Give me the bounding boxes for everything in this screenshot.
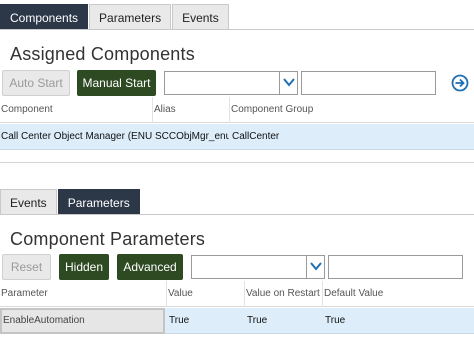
section-divider	[0, 162, 474, 163]
hidden-button[interactable]: Hidden	[59, 254, 109, 280]
chevron-down-icon[interactable]	[306, 256, 324, 278]
column-header-component[interactable]: Component	[0, 97, 152, 123]
auto-start-button[interactable]: Auto Start	[2, 70, 70, 96]
column-header-value[interactable]: Value	[166, 281, 244, 307]
column-header-component-group[interactable]: Component Group	[229, 97, 474, 123]
bottom-tab-bar: Events Parameters	[0, 189, 141, 215]
manual-start-button[interactable]: Manual Start	[77, 70, 156, 96]
top-tab-bar: Components Parameters Events	[0, 4, 230, 30]
assigned-toolbar: Auto Start Manual Start	[0, 70, 474, 96]
column-header-value-on-restart[interactable]: Value on Restart	[244, 281, 322, 307]
assigned-query-select[interactable]	[164, 71, 298, 95]
assigned-query-input[interactable]	[301, 71, 436, 95]
tab-underline	[0, 29, 474, 30]
column-header-alias[interactable]: Alias	[152, 97, 229, 123]
tab-events-bottom[interactable]: Events	[0, 189, 57, 215]
assigned-components-title: Assigned Components	[10, 44, 195, 64]
tab-events[interactable]: Events	[172, 4, 229, 30]
params-toolbar: Reset Hidden Advanced	[0, 254, 474, 280]
params-grid-header: Parameter Value Value on Restart Default…	[0, 281, 474, 307]
cell-alias: SCCObjMgr_enu	[155, 131, 229, 142]
column-header-default-value[interactable]: Default Value	[322, 281, 474, 307]
column-header-parameter[interactable]: Parameter	[0, 281, 166, 307]
table-row[interactable]: Call Center Object Manager (ENU) SCCObjM…	[0, 124, 474, 150]
cell-parameter[interactable]: EnableAutomation	[0, 308, 165, 334]
cell-component-group: CallCenter	[232, 131, 280, 142]
cell-value: True	[169, 315, 190, 326]
advanced-button[interactable]: Advanced	[117, 254, 183, 280]
params-query-input[interactable]	[328, 255, 463, 279]
cell-value-on-restart: True	[247, 315, 268, 326]
assigned-grid-header: Component Alias Component Group	[0, 97, 474, 123]
cell-default-value: True	[325, 315, 346, 326]
tab-underline-bottom	[0, 214, 474, 215]
tab-parameters[interactable]: Parameters	[89, 4, 172, 30]
tab-components[interactable]: Components	[0, 4, 89, 30]
table-row[interactable]: EnableAutomation True True True	[0, 308, 474, 334]
arrow-right-circle-icon[interactable]	[451, 74, 469, 92]
reset-button[interactable]: Reset	[2, 254, 51, 280]
cell-component: Call Center Object Manager (ENU)	[1, 131, 152, 142]
component-parameters-title: Component Parameters	[10, 229, 206, 249]
chevron-down-icon[interactable]	[279, 72, 297, 94]
params-query-select[interactable]	[191, 255, 325, 279]
tab-parameters-bottom[interactable]: Parameters	[57, 189, 140, 215]
